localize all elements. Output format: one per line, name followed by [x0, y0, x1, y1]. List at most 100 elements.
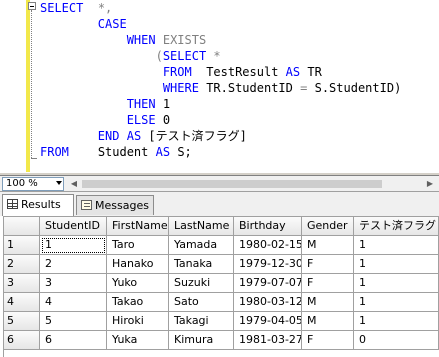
zoom-bar: 100 % ◀ ▶: [0, 176, 439, 192]
keyword: SELECT: [40, 1, 84, 15]
collapse-icon[interactable]: [28, 2, 36, 10]
table-cell[interactable]: Yuka: [107, 331, 169, 350]
table-cell[interactable]: 1980-02-15: [234, 236, 302, 255]
table-cell[interactable]: 0: [354, 331, 439, 350]
table-cell[interactable]: Hanako: [107, 255, 169, 274]
table-cell[interactable]: F: [302, 331, 354, 350]
table-cell[interactable]: 3: [40, 274, 107, 293]
keyword: CASE: [97, 17, 127, 31]
table-cell[interactable]: 1: [354, 255, 439, 274]
row-number[interactable]: 2: [4, 255, 40, 274]
tab-results-label: Results: [21, 198, 61, 211]
scroll-right-icon[interactable]: ▶: [424, 178, 436, 190]
code-token: S;: [177, 145, 192, 159]
code-token: =: [300, 81, 308, 95]
code-token: *: [213, 49, 221, 63]
row-number[interactable]: 5: [4, 312, 40, 331]
keyword: WHERE: [162, 81, 199, 95]
row-number[interactable]: 6: [4, 331, 40, 350]
table-cell[interactable]: 1: [40, 236, 107, 255]
column-header[interactable]: LastName: [169, 217, 234, 236]
table-cell[interactable]: 1: [354, 312, 439, 331]
chevron-down-icon[interactable]: [56, 181, 62, 185]
table-cell[interactable]: Takagi: [169, 312, 234, 331]
sql-editor[interactable]: SELECT *, CASE WHEN EXISTS (SELECT * FRO…: [0, 0, 439, 172]
table-cell[interactable]: Yamada: [169, 236, 234, 255]
code-token: S.StudentID): [314, 81, 402, 95]
keyword: AS: [285, 65, 301, 79]
code-token: (: [155, 49, 163, 63]
grid-icon: [7, 199, 18, 209]
keyword: END: [97, 129, 120, 143]
grid-corner[interactable]: [4, 217, 40, 236]
code-line-9: END AS [テスト済フラグ]: [40, 128, 247, 144]
tab-messages[interactable]: Messages: [76, 195, 154, 215]
messages-icon: [81, 200, 92, 210]
keyword: SELECT: [162, 49, 207, 63]
code-line-3: WHEN EXISTS: [40, 32, 207, 48]
keyword: AS: [126, 129, 142, 143]
table-cell[interactable]: Kimura: [169, 331, 234, 350]
table-cell[interactable]: F: [302, 274, 354, 293]
table-cell[interactable]: Sato: [169, 293, 234, 312]
column-header[interactable]: Gender: [302, 217, 354, 236]
results-tab-bar: Results Messages: [0, 192, 439, 216]
table-cell[interactable]: Hiroki: [107, 312, 169, 331]
scroll-left-icon[interactable]: ◀: [68, 178, 80, 190]
row-number[interactable]: 4: [4, 293, 40, 312]
code-line-5: FROM TestResult AS TR: [40, 64, 322, 80]
code-token: TR: [307, 65, 322, 79]
table-cell[interactable]: 4: [40, 293, 107, 312]
results-grid[interactable]: StudentID FirstName LastName Birthday Gender…: [3, 216, 439, 357]
row-number[interactable]: 3: [4, 274, 40, 293]
tab-results[interactable]: Results: [2, 194, 74, 216]
code-token: TestResult: [206, 65, 279, 79]
column-header[interactable]: テスト済フラグ: [354, 217, 439, 236]
table-cell[interactable]: 1979-07-07: [234, 274, 302, 293]
table-cell[interactable]: Tanaka: [169, 255, 234, 274]
table-cell[interactable]: Suzuki: [169, 274, 234, 293]
table-cell[interactable]: M: [302, 236, 354, 255]
table-cell[interactable]: Taro: [107, 236, 169, 255]
zoom-select[interactable]: 100 %: [2, 177, 64, 191]
table-cell[interactable]: Takao: [107, 293, 169, 312]
editor-gutter: [0, 0, 22, 172]
table-cell[interactable]: 1: [354, 274, 439, 293]
column-header[interactable]: FirstName: [107, 217, 169, 236]
keyword: WHEN: [126, 33, 156, 47]
code-line-4: (SELECT *: [40, 48, 221, 64]
table-cell[interactable]: 1: [354, 236, 439, 255]
outline-guide: [31, 10, 33, 158]
table-cell[interactable]: 5: [40, 312, 107, 331]
table-cell[interactable]: 1980-03-12: [234, 293, 302, 312]
table-cell[interactable]: M: [302, 312, 354, 331]
code-line-6: WHERE TR.StudentID = S.StudentID): [40, 80, 401, 96]
table-cell[interactable]: 1: [354, 293, 439, 312]
horizontal-scrollbar[interactable]: ◀ ▶: [68, 178, 436, 190]
table-cell[interactable]: F: [302, 255, 354, 274]
table-cell[interactable]: M: [302, 293, 354, 312]
code-token: 1: [162, 97, 171, 111]
table-cell[interactable]: 1979-12-30: [234, 255, 302, 274]
column-header[interactable]: Birthday: [234, 217, 302, 236]
code-token: Student: [97, 145, 149, 159]
table-cell[interactable]: Yuko: [107, 274, 169, 293]
row-number[interactable]: 1: [4, 236, 40, 255]
keyword: THEN: [126, 97, 156, 111]
code-line-10: FROM Student AS S;: [40, 144, 192, 160]
code-line-8: ELSE 0: [40, 112, 170, 128]
keyword: EXISTS: [162, 33, 207, 47]
table-cell[interactable]: 6: [40, 331, 107, 350]
code-token: 0: [162, 113, 171, 127]
table-cell[interactable]: 2: [40, 255, 107, 274]
table-cell[interactable]: 1981-03-27: [234, 331, 302, 350]
column-header[interactable]: StudentID: [40, 217, 107, 236]
code-token: *,: [97, 1, 113, 15]
scrollbar-thumb[interactable]: [82, 180, 382, 188]
change-tracking-bar: [26, 0, 30, 172]
tab-messages-label: Messages: [95, 199, 149, 212]
outline-guide-end: [31, 158, 37, 159]
table-cell[interactable]: 1979-04-05: [234, 312, 302, 331]
keyword: FROM: [162, 65, 192, 79]
code-line-7: THEN 1: [40, 96, 170, 112]
